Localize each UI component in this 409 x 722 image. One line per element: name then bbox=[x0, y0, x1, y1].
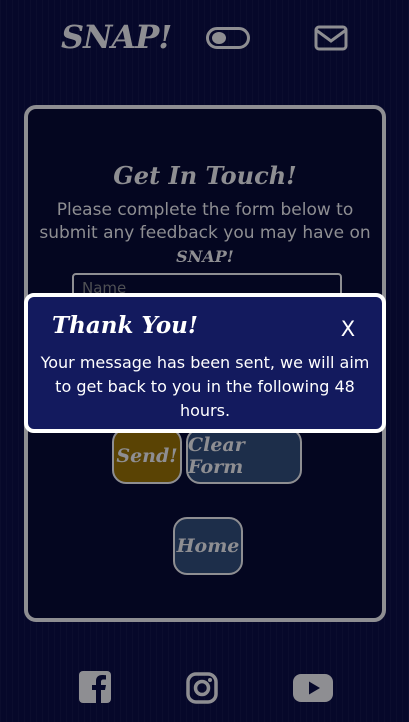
thank-you-modal: Thank You! X Your message has been sent,… bbox=[24, 293, 386, 433]
instagram-icon[interactable] bbox=[186, 672, 218, 708]
contact-title: Get In Touch! bbox=[113, 161, 297, 190]
modal-message: Your message has been sent, we will aim … bbox=[40, 353, 370, 420]
close-icon[interactable]: X bbox=[336, 317, 360, 341]
site-logo[interactable]: SNAP! bbox=[61, 18, 172, 56]
theme-toggle[interactable] bbox=[206, 27, 250, 49]
facebook-icon[interactable] bbox=[79, 671, 111, 707]
clear-form-button[interactable]: Clear Form bbox=[186, 428, 302, 484]
envelope-icon[interactable] bbox=[314, 25, 348, 55]
contact-description: Please complete the form below to submit… bbox=[39, 200, 371, 243]
modal-title: Thank You! bbox=[52, 312, 198, 339]
toggle-switch-icon bbox=[212, 32, 226, 44]
header: SNAP! bbox=[0, 0, 409, 80]
home-button[interactable]: Home bbox=[173, 517, 243, 575]
send-button[interactable]: Send! bbox=[112, 428, 182, 484]
contact-brand: SNAP! bbox=[176, 247, 234, 266]
youtube-icon[interactable] bbox=[293, 674, 333, 706]
